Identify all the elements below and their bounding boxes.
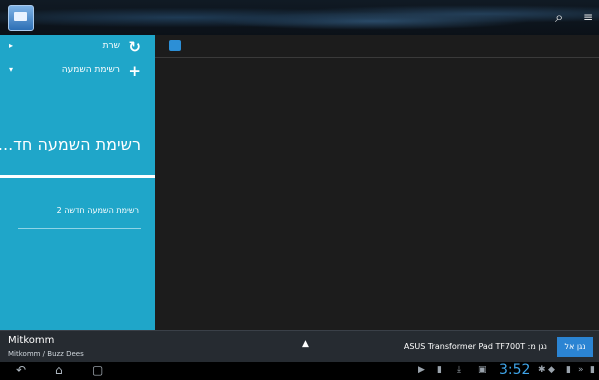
clock: 3:52 [499, 362, 531, 378]
image-icon: ▣ [478, 365, 487, 375]
home-icon[interactable]: ⌂ [55, 363, 63, 377]
collapse-arrow-icon: ▾ [9, 65, 14, 74]
bluetooth-icon: ✱ [538, 365, 546, 375]
play-status-icon: ▶ [418, 365, 425, 375]
signal-icon: ▮ [566, 365, 571, 375]
overflow-menu-icon[interactable]: ≡ [583, 10, 593, 24]
back-icon[interactable]: ↶ [16, 363, 26, 377]
folder-tab-icon[interactable] [169, 40, 181, 51]
user-name: Mitkomm [8, 335, 55, 346]
expand-up-icon[interactable]: ▲ [302, 339, 309, 349]
download-icon: ⤓ [457, 365, 461, 375]
playlist-row[interactable]: ▾ רשימת השמעה + [0, 61, 155, 81]
player-bar: Mitkomm Mitkomm / Buzz Dees ▲ נגן מ: ASU… [0, 330, 599, 363]
content-pane [155, 35, 599, 330]
server-row[interactable]: ▸ שרת ↻ [0, 37, 155, 57]
action-bar: ⌕ ≡ [0, 0, 599, 35]
battery-icon: ▮ [590, 365, 595, 375]
sidebar: ▸ שרת ↻ ▾ רשימת השמעה + רשימת השמעה חד..… [0, 35, 155, 330]
content-divider [155, 57, 599, 58]
playlist-item[interactable]: רשימת השמעה חדשה 2 [57, 206, 139, 215]
app-icon[interactable] [8, 5, 34, 31]
device-text: נגן מ: ASUS Transformer Pad TF700T [403, 342, 547, 351]
usb-icon: » [578, 365, 584, 375]
selection-divider [0, 175, 155, 178]
sd-card-icon: ▮ [437, 365, 442, 375]
playlist-label: רשימת השמעה [61, 65, 120, 75]
search-icon[interactable]: ⌕ [555, 8, 563, 26]
user-path: Mitkomm / Buzz Dees [8, 350, 84, 358]
wifi-icon: ◆ [548, 365, 555, 375]
server-label: שרת [102, 41, 120, 51]
list-divider [18, 228, 141, 229]
recent-apps-icon[interactable]: ▢ [92, 363, 103, 377]
add-icon[interactable]: + [128, 62, 141, 80]
expand-arrow-icon: ▸ [9, 41, 14, 50]
current-playlist-title[interactable]: רשימת השמעה חד... [0, 135, 141, 154]
system-nav-bar: ↶ ⌂ ▢ ▶ ▮ ⤓ ▣ 3:52 ✱ ◆ ▮ » ▮ [0, 362, 599, 380]
refresh-icon[interactable]: ↻ [128, 38, 141, 56]
play-to-button[interactable]: נגן אל [557, 337, 593, 357]
